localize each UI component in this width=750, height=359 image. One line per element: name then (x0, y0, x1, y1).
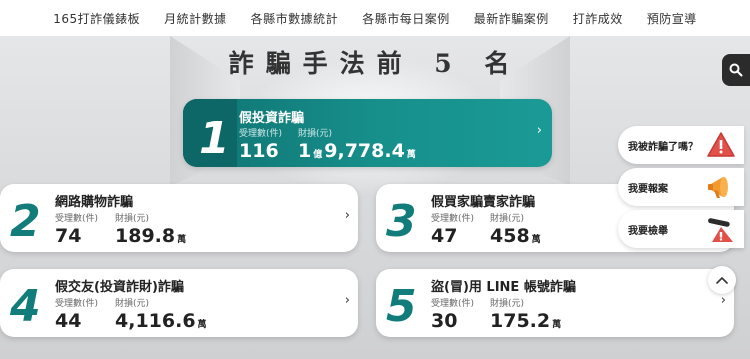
nav-results[interactable]: 打詐成效 (561, 10, 635, 27)
loss-wan-value: 9,778.4 (324, 140, 405, 162)
card-title: 假買家騙賣家詐騙 (431, 195, 536, 210)
scam-card-rank-5[interactable]: 5 盜(冒)用 LINE 帳號詐騙 受理數(件) 財損(元) 30 175.2 萬… (376, 269, 734, 337)
nav-dashboard[interactable]: 165打詐儀錶板 (41, 10, 152, 27)
loss-yi-value: 1 (298, 140, 312, 162)
cases-label: 受理數(件) (431, 299, 475, 309)
chevron-right-icon: › (536, 123, 542, 138)
wan-unit: 萬 (531, 235, 541, 245)
loss-amount: 189.8 (115, 225, 176, 247)
side-button-tipoff[interactable]: 我要檢舉 (618, 210, 744, 248)
nav-county-daily-cases[interactable]: 各縣市每日案例 (350, 10, 462, 27)
scam-card-rank-4[interactable]: 4 假交友(投資詐財)詐騙 受理數(件) 財損(元) 44 4,116.6 萬 › (0, 269, 358, 337)
cases-label: 受理數(件) (55, 299, 99, 309)
side-button-am-i-scammed[interactable]: 我被詐騙了嗎？ (618, 126, 744, 164)
card-title: 假投資詐騙 (239, 111, 305, 126)
nav-county-stats[interactable]: 各縣市數據統計 (239, 10, 351, 27)
loss-value: 4,116.6 萬 (115, 310, 207, 332)
wan-unit: 萬 (406, 150, 416, 160)
loss-label: 財損(元) (490, 299, 525, 309)
cases-label: 受理數(件) (239, 129, 283, 139)
cases-value: 47 (431, 225, 458, 247)
rank-number: 2 (10, 196, 41, 247)
cases-value: 30 (431, 310, 458, 332)
side-button-label: 我要檢舉 (628, 226, 668, 237)
search-icon (729, 63, 743, 77)
cases-label: 受理數(件) (431, 214, 475, 224)
nav-prevention[interactable]: 預防宣導 (635, 10, 709, 27)
loss-value: 189.8 萬 (115, 225, 186, 247)
side-button-label: 我被詐騙了嗎？ (628, 142, 698, 153)
loss-label: 財損(元) (298, 129, 333, 139)
wan-unit: 萬 (197, 320, 207, 330)
loss-label: 財損(元) (490, 214, 525, 224)
rank-number: 5 (386, 281, 417, 332)
loss-value: 1 億 9,778.4 萬 (298, 140, 416, 162)
nav-monthly-stats[interactable]: 月統計數據 (152, 10, 239, 27)
section-title: 詐騙手法前 5 名 (228, 49, 522, 78)
loss-value: 458 萬 (490, 225, 541, 247)
loss-amount: 175.2 (490, 310, 551, 332)
alert-triangle-icon (707, 132, 735, 157)
search-button[interactable] (722, 54, 750, 86)
side-button-label: 我要報案 (628, 184, 668, 195)
side-button-report[interactable]: 我要報案 (618, 168, 744, 206)
scam-card-rank-2[interactable]: 2 網路購物詐騙 受理數(件) 財損(元) 74 189.8 萬 › (0, 184, 358, 252)
top-navigation: 165打詐儀錶板 月統計數據 各縣市數據統計 各縣市每日案例 最新詐騙案例 打詐… (0, 0, 750, 36)
rank-number: 4 (10, 281, 41, 332)
cases-value: 74 (55, 225, 82, 247)
chevron-right-icon: › (720, 293, 726, 308)
card-title: 盜(冒)用 LINE 帳號詐騙 (431, 280, 576, 295)
scroll-to-top-button[interactable] (708, 266, 736, 294)
scam-card-rank-1[interactable]: 1 假投資詐騙 受理數(件) 財損(元) 116 1 億 9,778.4 萬 › (183, 99, 552, 167)
loss-label: 財損(元) (115, 299, 150, 309)
wan-unit: 萬 (552, 320, 562, 330)
nav-latest-cases[interactable]: 最新詐騙案例 (462, 10, 561, 27)
mic-alert-icon (708, 218, 733, 242)
megaphone-icon (708, 177, 728, 198)
loss-amount: 4,116.6 (115, 310, 196, 332)
cases-label: 受理數(件) (55, 214, 99, 224)
chevron-right-icon: › (344, 208, 350, 223)
loss-value: 175.2 萬 (490, 310, 561, 332)
loss-amount: 458 (490, 225, 530, 247)
wan-unit: 萬 (177, 235, 187, 245)
rank-number: 3 (386, 196, 417, 247)
chevron-right-icon: › (344, 293, 350, 308)
cases-value: 44 (55, 310, 82, 332)
yi-unit: 億 (313, 150, 323, 160)
card-title: 網路購物詐騙 (55, 195, 134, 210)
loss-label: 財損(元) (115, 214, 150, 224)
card-title: 假交友(投資詐財)詐騙 (55, 280, 184, 295)
rank-number: 1 (199, 113, 230, 164)
cases-value: 116 (239, 140, 279, 162)
chevron-up-icon (716, 276, 728, 284)
